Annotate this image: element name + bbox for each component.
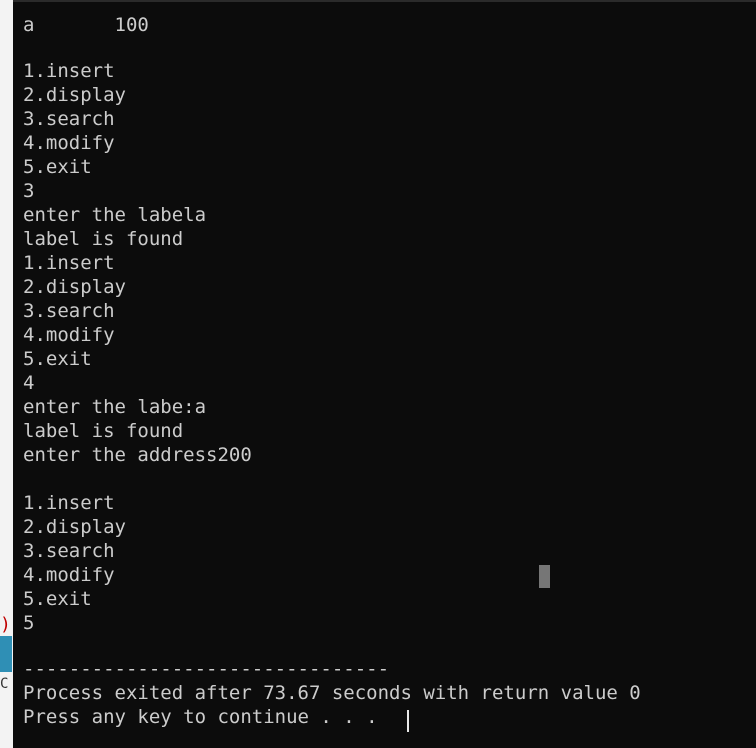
console-line: 2.display bbox=[23, 516, 126, 538]
console-line: 4.modify bbox=[23, 132, 115, 154]
console-separator: -------------------------------- bbox=[23, 658, 390, 680]
console-window[interactable]: a 100 1.insert 2.display 3.search 4.modi… bbox=[13, 2, 756, 748]
background-paren-mark: ) bbox=[0, 614, 11, 635]
console-line: enter the labela bbox=[23, 204, 207, 226]
console-prompt: Press any key to continue . . . bbox=[23, 706, 390, 728]
console-line: 4 bbox=[23, 372, 35, 394]
console-line: 3.search bbox=[23, 108, 115, 130]
console-line: 3.search bbox=[23, 300, 115, 322]
console-line: 3 bbox=[23, 180, 35, 202]
console-line: a 100 bbox=[23, 14, 149, 36]
background-window-edge: ) C bbox=[0, 0, 14, 748]
background-blue-block bbox=[0, 636, 12, 672]
console-line: 2.display bbox=[23, 84, 126, 106]
console-line: 4.modify bbox=[23, 324, 115, 346]
console-line: enter the address200 bbox=[23, 444, 252, 466]
console-output: a 100 1.insert 2.display 3.search 4.modi… bbox=[23, 13, 641, 729]
console-line: 5.exit bbox=[23, 156, 92, 178]
background-c-mark: C bbox=[0, 676, 9, 692]
console-line: enter the labe:a bbox=[23, 396, 207, 418]
text-caret bbox=[407, 710, 409, 732]
console-line: label is found bbox=[23, 420, 184, 442]
mouse-text-cursor bbox=[539, 565, 550, 588]
console-line: 5.exit bbox=[23, 348, 92, 370]
console-line: 5 bbox=[23, 612, 35, 634]
console-line: 5.exit bbox=[23, 588, 92, 610]
console-exit-status: Process exited after 73.67 seconds with … bbox=[23, 682, 641, 704]
console-line: 2.display bbox=[23, 276, 126, 298]
console-line: 3.search bbox=[23, 540, 115, 562]
console-line: label is found bbox=[23, 228, 184, 250]
console-line: 1.insert bbox=[23, 492, 115, 514]
console-line: 1.insert bbox=[23, 252, 115, 274]
console-line: 1.insert bbox=[23, 60, 115, 82]
